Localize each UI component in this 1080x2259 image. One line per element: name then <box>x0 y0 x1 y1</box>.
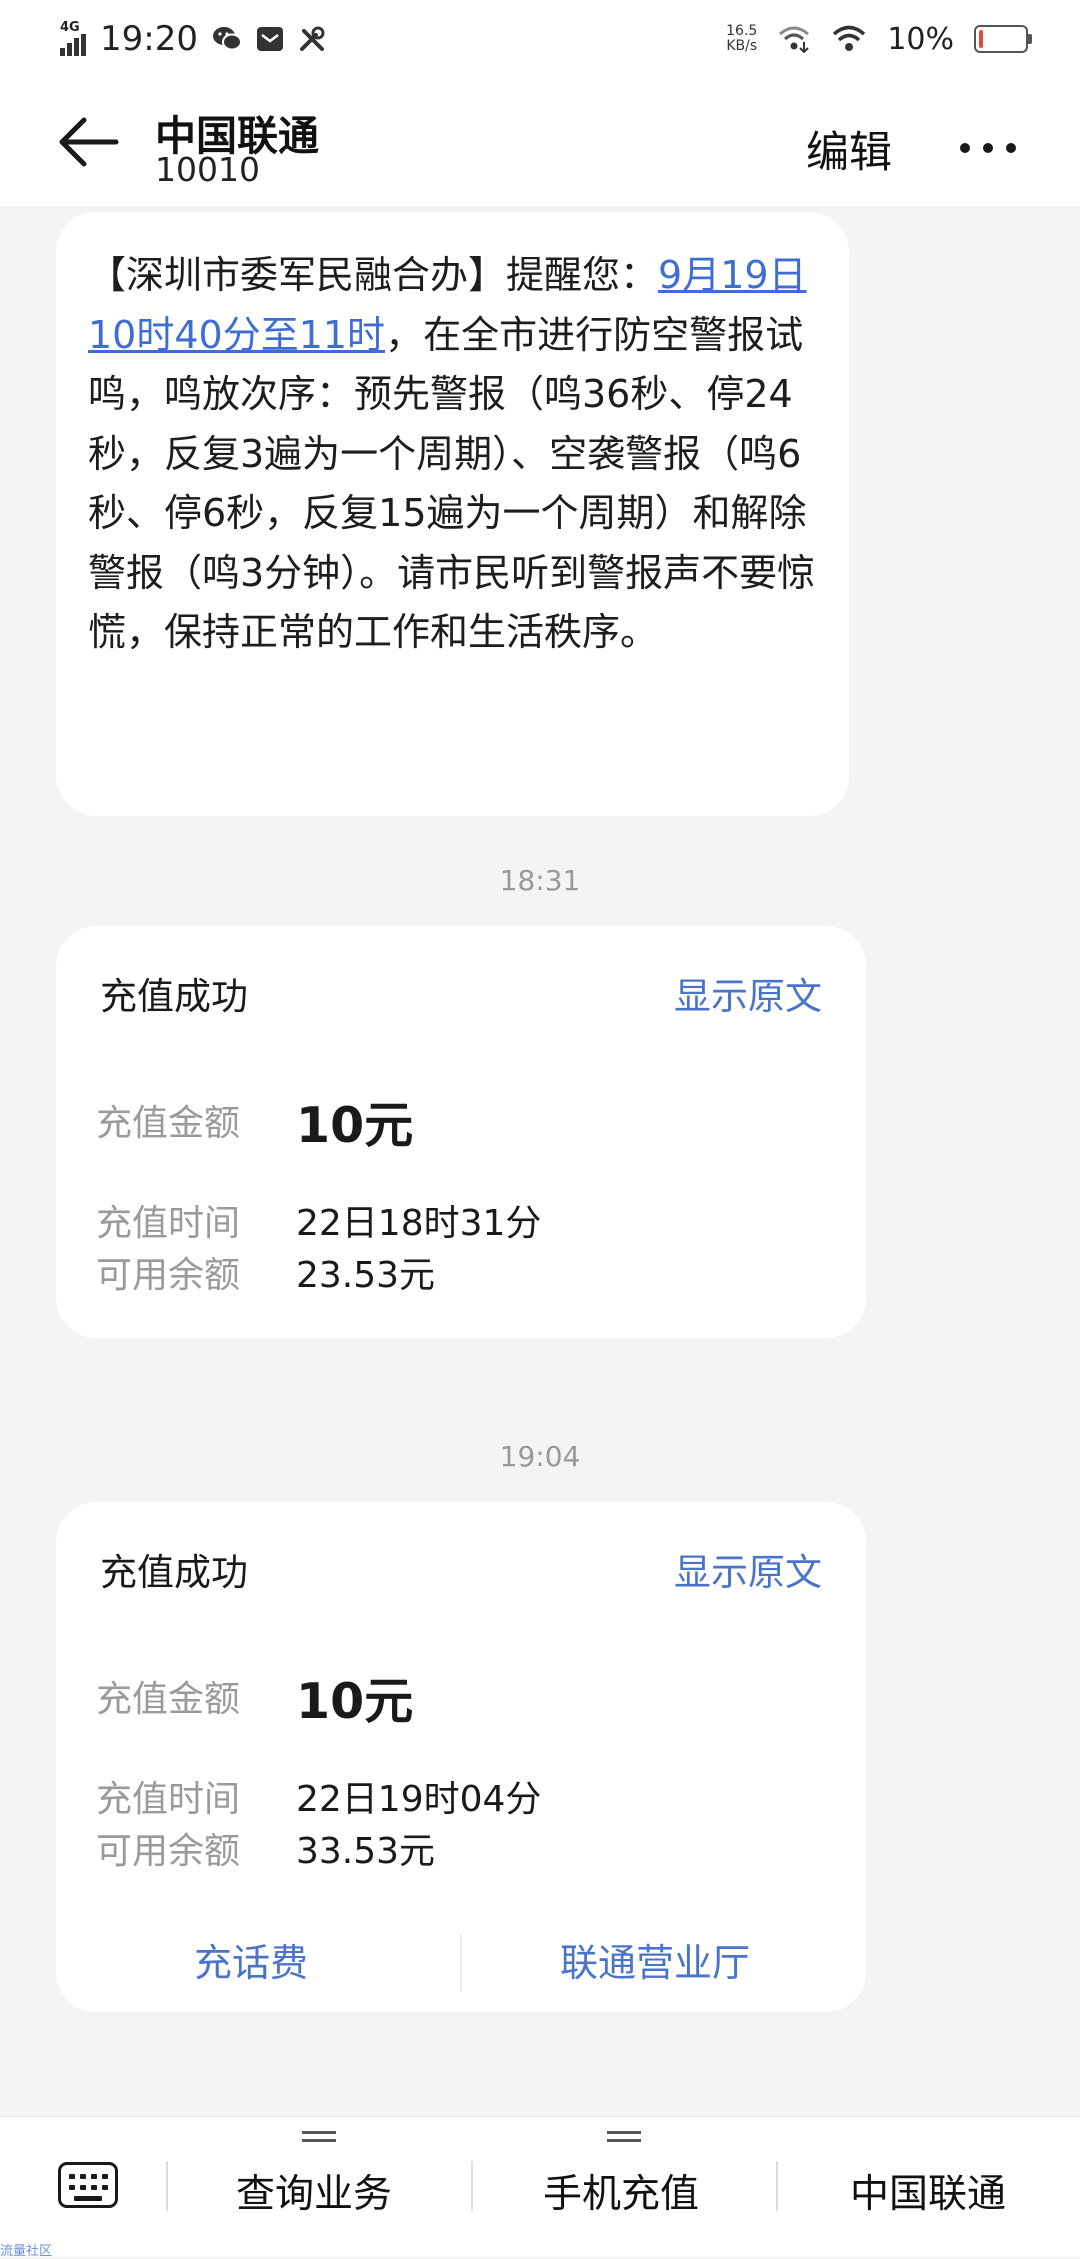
keyboard-icon[interactable] <box>58 2162 118 2208</box>
sms-message-bubble[interactable]: 【深圳市委军民融合办】提醒您：9月19日10时40分至11时，在全市进行防空警报… <box>56 212 849 816</box>
contact-number: 10010 <box>155 150 260 189</box>
time-value: 22日19时04分 <box>296 1779 542 1820</box>
conversation-header: 中国联通 10010 编辑 <box>0 78 1080 206</box>
wechat-icon <box>212 27 242 51</box>
more-options-icon[interactable] <box>960 126 1016 170</box>
amount-value: 10元 <box>296 1673 414 1730</box>
watermark: 流量社区 <box>0 2244 53 2259</box>
battery-percent: 10% <box>887 21 954 57</box>
menu-query-service[interactable]: 查询业务 <box>236 2163 392 2219</box>
card-title: 充值成功 <box>100 1551 248 1594</box>
status-time: 19:20 <box>100 19 198 59</box>
status-left: 4G 19:20 <box>60 14 326 64</box>
sms-text-part1: 【深圳市委军民融合办】提醒您： <box>88 253 659 297</box>
recharge-call-fee-button[interactable]: 充话费 <box>194 1932 308 1987</box>
menu-phone-recharge[interactable]: 手机充值 <box>543 2163 699 2219</box>
action-divider <box>460 1934 462 1992</box>
edit-button[interactable]: 编辑 <box>806 118 892 180</box>
network-speed-unit: KB/s <box>726 38 758 54</box>
balance-label: 可用余额 <box>96 1255 241 1296</box>
status-right: 16.5 KB/s 10% <box>726 14 1032 64</box>
balance-value: 33.53元 <box>296 1831 436 1872</box>
wifi-icon <box>833 25 866 51</box>
message-timestamp: 18:31 <box>499 864 581 897</box>
wifi-call-icon <box>779 26 810 54</box>
card-title: 充值成功 <box>100 975 248 1018</box>
battery-icon <box>974 25 1032 53</box>
recharge-card-2[interactable]: 充值成功 显示原文 充值金额 10元 充值时间 22日19时04分 可用余额 3… <box>56 1502 866 2012</box>
back-arrow-icon[interactable] <box>56 114 120 170</box>
bottom-menu-bar: 查询业务 手机充值 中国联通 <box>0 2116 1080 2257</box>
sms-text-part2: ，在全市进行防空警报试鸣，鸣放次序：预先警报（鸣36秒、停24秒，反复3遍为一个… <box>88 312 816 655</box>
amount-label: 充值金额 <box>96 1679 241 1720</box>
balance-value: 23.53元 <box>296 1255 436 1296</box>
unicom-office-button[interactable]: 联通营业厅 <box>560 1932 750 1987</box>
sms-message-text: 【深圳市委军民融合办】提醒您：9月19日10时40分至11时，在全市进行防空警报… <box>88 246 828 663</box>
submenu-grip-icon <box>607 2131 641 2143</box>
menu-divider <box>471 2161 473 2211</box>
network-speed: 16.5 KB/s <box>726 24 757 54</box>
time-label: 充值时间 <box>96 1779 241 1820</box>
signal-icon: 4G <box>60 20 86 56</box>
amount-value: 10元 <box>296 1097 414 1154</box>
network-type: 4G <box>60 20 80 35</box>
network-speed-value: 16.5 <box>726 23 758 39</box>
menu-divider <box>166 2161 168 2211</box>
tools-icon <box>299 26 325 51</box>
menu-divider <box>776 2161 778 2211</box>
message-icon <box>256 27 283 51</box>
submenu-grip-icon <box>302 2131 336 2143</box>
time-value: 22日18时31分 <box>296 1203 542 1244</box>
show-original-button[interactable]: 显示原文 <box>674 1542 822 1596</box>
show-original-button[interactable]: 显示原文 <box>674 966 822 1020</box>
amount-label: 充值金额 <box>96 1103 241 1144</box>
menu-china-unicom[interactable]: 中国联通 <box>850 2163 1006 2219</box>
message-timestamp: 19:04 <box>499 1440 581 1473</box>
time-label: 充值时间 <box>96 1203 241 1244</box>
recharge-card-1[interactable]: 充值成功 显示原文 充值金额 10元 充值时间 22日18时31分 可用余额 2… <box>56 926 866 1338</box>
battery-level <box>979 30 983 48</box>
balance-label: 可用余额 <box>96 1831 241 1872</box>
status-bar: 4G 19:20 16.5 KB/s 10% <box>0 0 1080 78</box>
card-actions: 充话费 联通营业厅 <box>56 1914 866 2004</box>
